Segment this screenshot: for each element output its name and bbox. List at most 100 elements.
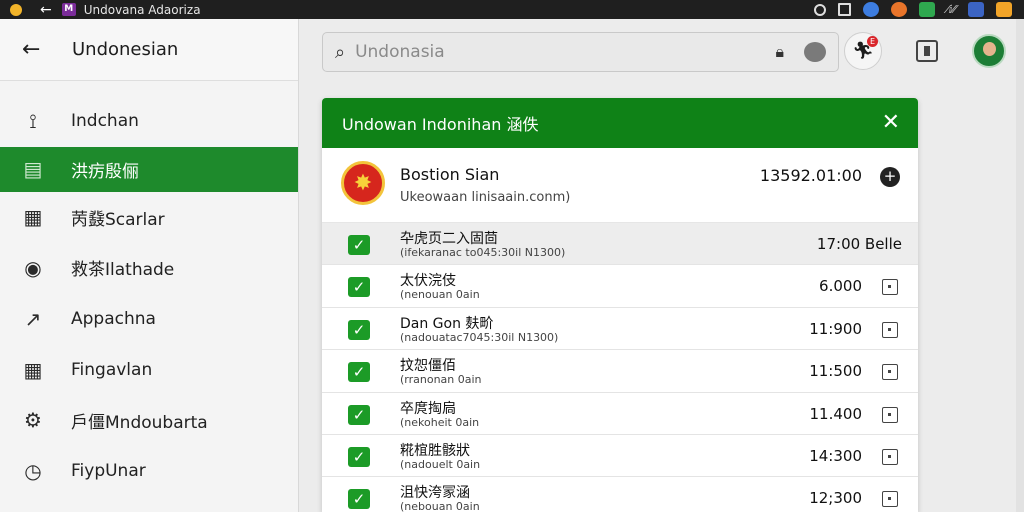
list-item[interactable]: ✓ 抆㤎僵佰 (rranonan 0ain 11:500 (322, 350, 918, 393)
sidebar-item-ilathade[interactable]: ◉ 救茶Ilathade (0, 243, 298, 294)
expand-icon[interactable] (882, 491, 898, 508)
list-item[interactable]: ✓ 卆虎页二入固茴 (ifekaranac to045:30il N1300) … (322, 223, 918, 266)
window-icon[interactable] (837, 3, 851, 16)
item-value: 6.000 (819, 277, 862, 296)
expand-icon[interactable] (882, 279, 898, 296)
window-button[interactable] (916, 40, 938, 62)
item-subtitle: (ifekaranac to045:30il N1300) (400, 246, 566, 259)
modal-header: Undowan Indonihan 涵佚 ✕ (322, 98, 918, 148)
sidebar: ← Undonesian ⟟ Indchan ▤ 洪疠殷俪 ▦ 苪鼗Scarla… (0, 19, 299, 512)
system-bar: ← M Undovana Adaoriza ⁄ⅈ⁄⁄ (0, 0, 1024, 19)
tray-indicator: ⁄ⅈ⁄⁄ (946, 3, 956, 16)
sidebar-item-label: FiypUnar (71, 461, 146, 482)
route-icon: ⟟ (29, 109, 37, 134)
checkbox-checked[interactable]: ✓ (348, 235, 370, 255)
item-subtitle: (nebouan 0ain (400, 500, 480, 512)
checkbox-checked[interactable]: ✓ (348, 319, 370, 340)
contact-logo-icon: ✸ (341, 161, 385, 205)
scrollbar[interactable] (1016, 19, 1024, 512)
gear-icon: ⚙ (24, 408, 42, 433)
app-icon: M (61, 3, 76, 16)
sidebar-item-fingavlan[interactable]: ▦ Fingavlan (0, 344, 298, 395)
sidebar-item-active[interactable]: ▤ 洪疠殷俪 (0, 146, 298, 192)
messenger-icon[interactable] (918, 2, 935, 17)
expand-icon[interactable] (882, 448, 898, 465)
list-item[interactable]: ✓ Dan Gon 麸畍 (nadouatac7045:30il N1300) … (322, 307, 918, 351)
expand-icon[interactable] (882, 321, 898, 338)
contact-email: Ukeowaan linisaain.conm) (400, 190, 571, 205)
item-title: 卒庹掏扃 (400, 400, 456, 417)
target-icon: ◉ (24, 255, 42, 280)
contact-row[interactable]: ✸ Bostion Sian Ukeowaan linisaain.conm) … (322, 148, 918, 223)
item-value: 11:900 (809, 319, 862, 338)
list-item[interactable]: ✓ 沮快洿冡涵 (nebouan 0ain 12;300 (322, 477, 918, 512)
item-subtitle: (rranonan 0ain (400, 373, 482, 387)
sidebar-header: ← Undonesian (0, 19, 298, 81)
browser-icon[interactable] (862, 2, 879, 17)
modal-title: Undowan Indonihan 涵佚 (342, 115, 539, 134)
list-item[interactable]: ✓ 卒庹掏扃 (nekoheit 0ain 11.400 (322, 392, 918, 435)
notification-badge: E (867, 36, 878, 47)
status-dot-icon (10, 3, 22, 16)
back-arrow-icon[interactable]: ← (22, 37, 46, 62)
sidebar-item-mndoubarta[interactable]: ⚙ 戶僵Mndoubarta (0, 395, 298, 446)
item-value: 11.400 (809, 404, 863, 423)
search-icon[interactable] (813, 3, 826, 16)
list-item[interactable]: ✓ 糀椬胜骸狀 (nadouelt 0ain 14:300 (322, 434, 918, 478)
sidebar-item-appachna[interactable]: ↗ Appachna (0, 293, 298, 344)
sidebar-item-scarlar[interactable]: ▦ 苪鼗Scarlar (0, 192, 298, 243)
sidebar-item-fiypunar[interactable]: ◷ FiypUnar (0, 446, 298, 497)
item-title: 太伏浣伎 (400, 273, 456, 290)
checkbox-checked[interactable]: ✓ (348, 277, 370, 298)
inbox-icon: ▤ (23, 157, 43, 182)
sidebar-item-label: Appachna (71, 308, 156, 329)
close-icon[interactable]: ✕ (882, 110, 900, 135)
item-title: 抆㤎僵佰 (400, 358, 456, 375)
header-actions: 🏃︎ E (844, 32, 1006, 70)
user-icon[interactable] (804, 42, 826, 62)
grid-calendar-icon: ▦ (23, 357, 43, 382)
item-title: 卆虎页二入固茴 (400, 231, 498, 247)
notification-button[interactable]: 🏃︎ E (844, 32, 882, 70)
search-icon[interactable]: ⌕ (335, 42, 345, 63)
modal-card: Undowan Indonihan 涵佚 ✕ ✸ Bostion Sian Uk… (322, 98, 918, 512)
firefox-icon[interactable] (890, 2, 907, 17)
item-subtitle: (nadouatac7045:30il N1300) (400, 330, 559, 344)
item-title: 糀椬胜骸狀 (400, 442, 470, 459)
avatar[interactable] (972, 34, 1006, 68)
item-subtitle: (nadouelt 0ain (400, 457, 481, 471)
contact-name: Bostion Sian (400, 165, 500, 184)
item-list: ✓ 卆虎页二入固茴 (ifekaranac to045:30il N1300) … (322, 223, 918, 512)
clock-icon: ◷ (24, 459, 42, 484)
window-title: Undovana Adaoriza (83, 2, 201, 17)
sidebar-item-label: Indchan (71, 111, 139, 132)
lock-icon[interactable]: 🔒︎ (775, 42, 784, 62)
item-value: 14:300 (809, 446, 862, 465)
sidebar-item-label: 戶僵Mndoubarta (71, 412, 208, 433)
sidebar-item-label: 救茶Ilathade (71, 260, 175, 281)
list-item[interactable]: ✓ 太伏浣伎 (nenouan 0ain 6.000 (322, 265, 918, 308)
checkbox-checked[interactable]: ✓ (348, 404, 370, 425)
search-input[interactable]: Undonasia (355, 42, 445, 62)
search-bar[interactable]: ⌕ Undonasia 🔒︎ (322, 32, 839, 72)
folder-icon[interactable] (996, 2, 1012, 17)
system-tray: ⁄ⅈ⁄⁄ (813, 0, 1012, 19)
checkbox-checked[interactable]: ✓ (348, 489, 370, 510)
contact-amount: 13592.01:00 (759, 166, 862, 185)
edit-icon: ↗ (24, 306, 42, 331)
item-value: 12;300 (809, 489, 862, 508)
facebook-icon[interactable] (968, 2, 984, 17)
sidebar-item-indchan[interactable]: ⟟ Indchan (0, 96, 298, 147)
item-value: 11:500 (809, 362, 862, 381)
sidebar-item-label: 苪鼗Scarlar (71, 209, 165, 230)
back-arrow-icon[interactable]: ← (40, 2, 52, 18)
expand-icon[interactable] (882, 406, 898, 423)
calendar-icon: ▦ (23, 205, 43, 230)
expand-icon[interactable] (882, 364, 898, 381)
item-title: Dan Gon 麸畍 (400, 315, 494, 332)
checkbox-checked[interactable]: ✓ (348, 362, 370, 383)
add-button[interactable]: + (880, 167, 900, 187)
nav-list: ⟟ Indchan ▤ 洪疠殷俪 ▦ 苪鼗Scarlar ◉ 救茶Ilathad… (0, 96, 298, 497)
item-subtitle: (nenouan 0ain (400, 288, 480, 302)
checkbox-checked[interactable]: ✓ (348, 446, 370, 467)
